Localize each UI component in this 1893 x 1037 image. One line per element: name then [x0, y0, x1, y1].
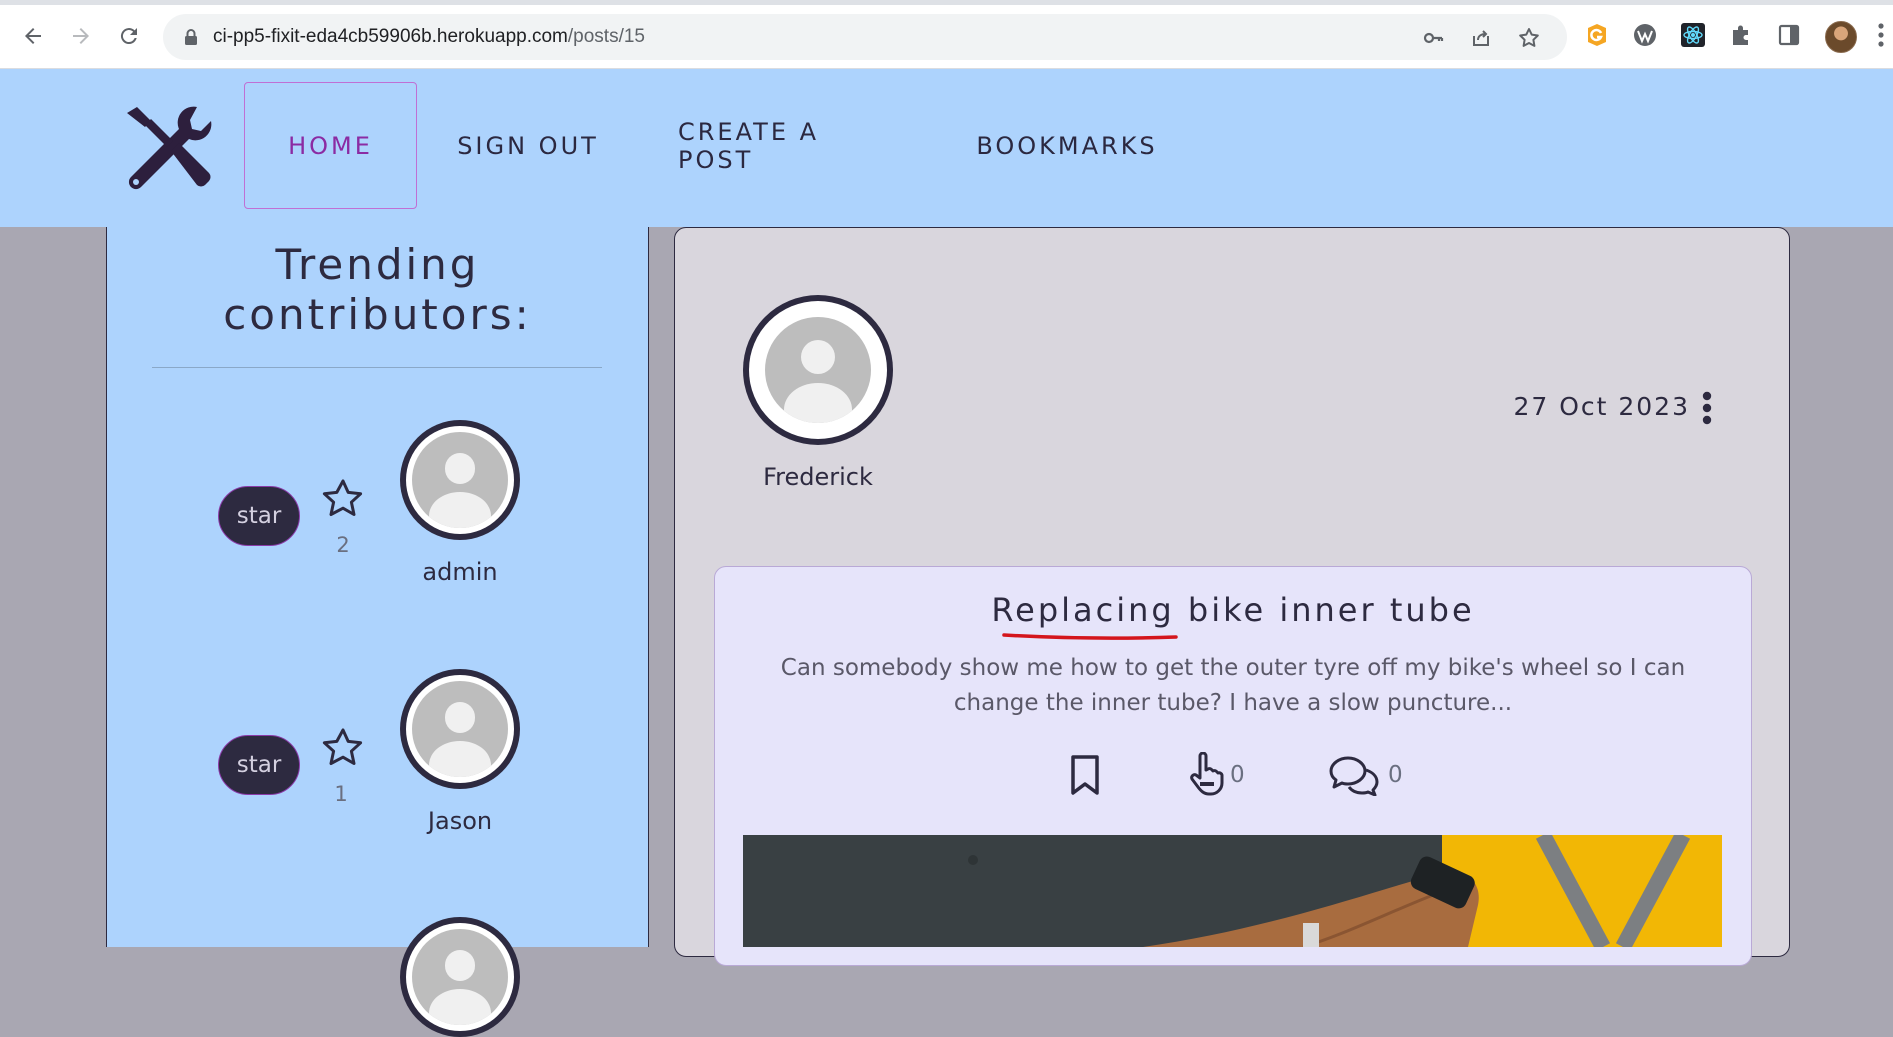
avatar-jason[interactable]: [400, 669, 520, 789]
url-path: /posts/15: [567, 26, 645, 47]
chrome-menu-icon[interactable]: [1877, 22, 1885, 48]
post-title: Replacing bike inner tube: [991, 591, 1475, 629]
lock-icon[interactable]: [181, 27, 201, 47]
share-icon[interactable]: [1469, 26, 1493, 50]
bookmark-star-icon[interactable]: [1517, 26, 1541, 50]
grammarly-icon[interactable]: [1584, 22, 1610, 48]
star-count-admin: 2: [336, 533, 350, 557]
trending-title: Trending contributors:: [106, 240, 649, 340]
nav-home[interactable]: HOME: [244, 82, 417, 209]
contributor-name-admin[interactable]: admin: [380, 558, 540, 586]
browser-toolbar: ci-pp5-fixit-eda4cb59906b.herokuapp.com/…: [0, 0, 1893, 69]
star-icon: [322, 479, 363, 516]
bookmark-icon[interactable]: [1068, 754, 1102, 796]
likes-count: 0: [1230, 762, 1245, 788]
forward-icon[interactable]: [65, 20, 97, 52]
post-content: Can somebody show me how to get the oute…: [780, 655, 1686, 716]
comments-icon[interactable]: [1328, 754, 1380, 796]
react-devtools-icon[interactable]: [1680, 22, 1706, 48]
wordpress-icon[interactable]: [1632, 22, 1658, 48]
spellcheck-underline: [1002, 633, 1178, 640]
star-icon: [322, 728, 363, 765]
nav-sign-out[interactable]: SIGN OUT: [451, 82, 605, 209]
key-icon[interactable]: [1421, 26, 1445, 50]
address-bar[interactable]: ci-pp5-fixit-eda4cb59906b.herokuapp.com/…: [163, 14, 1567, 60]
contributor-name-jason[interactable]: Jason: [380, 807, 540, 835]
profile-avatar[interactable]: [1825, 21, 1857, 53]
more-options-icon[interactable]: [1700, 391, 1714, 425]
post-image: [743, 835, 1722, 947]
back-icon[interactable]: [17, 20, 49, 52]
url-text[interactable]: ci-pp5-fixit-eda4cb59906b.herokuapp.com/…: [213, 26, 645, 48]
avatar-contributor-3[interactable]: [400, 917, 520, 1037]
star-button-admin[interactable]: star: [218, 486, 300, 546]
avatar-admin[interactable]: [400, 420, 520, 540]
tab-strip-edge: [0, 0, 1893, 5]
star-button-jason[interactable]: star: [218, 735, 300, 795]
reload-icon[interactable]: [113, 20, 145, 52]
hand-pointer-like-icon[interactable]: [1190, 752, 1224, 796]
comments-count: 0: [1388, 762, 1403, 788]
nav-bookmarks[interactable]: BOOKMARKS: [975, 82, 1159, 209]
owner-avatar[interactable]: [743, 295, 893, 445]
extensions-puzzle-icon[interactable]: [1728, 22, 1754, 48]
url-host: ci-pp5-fixit-eda4cb59906b.herokuapp.com: [213, 26, 568, 47]
side-panel-icon[interactable]: [1776, 22, 1802, 48]
bike-handlebar-image: [743, 835, 1722, 947]
star-count-jason: 1: [334, 782, 348, 806]
post-date: 27 Oct 2023: [1513, 392, 1690, 421]
divider: [152, 367, 602, 368]
wrench-screwdriver-icon[interactable]: [121, 103, 213, 195]
trending-title-line1: Trending: [275, 240, 480, 289]
owner-name[interactable]: Frederick: [718, 463, 918, 491]
nav-create-post[interactable]: CREATE A POST: [678, 82, 896, 209]
trending-title-line2: contributors:: [223, 290, 532, 339]
